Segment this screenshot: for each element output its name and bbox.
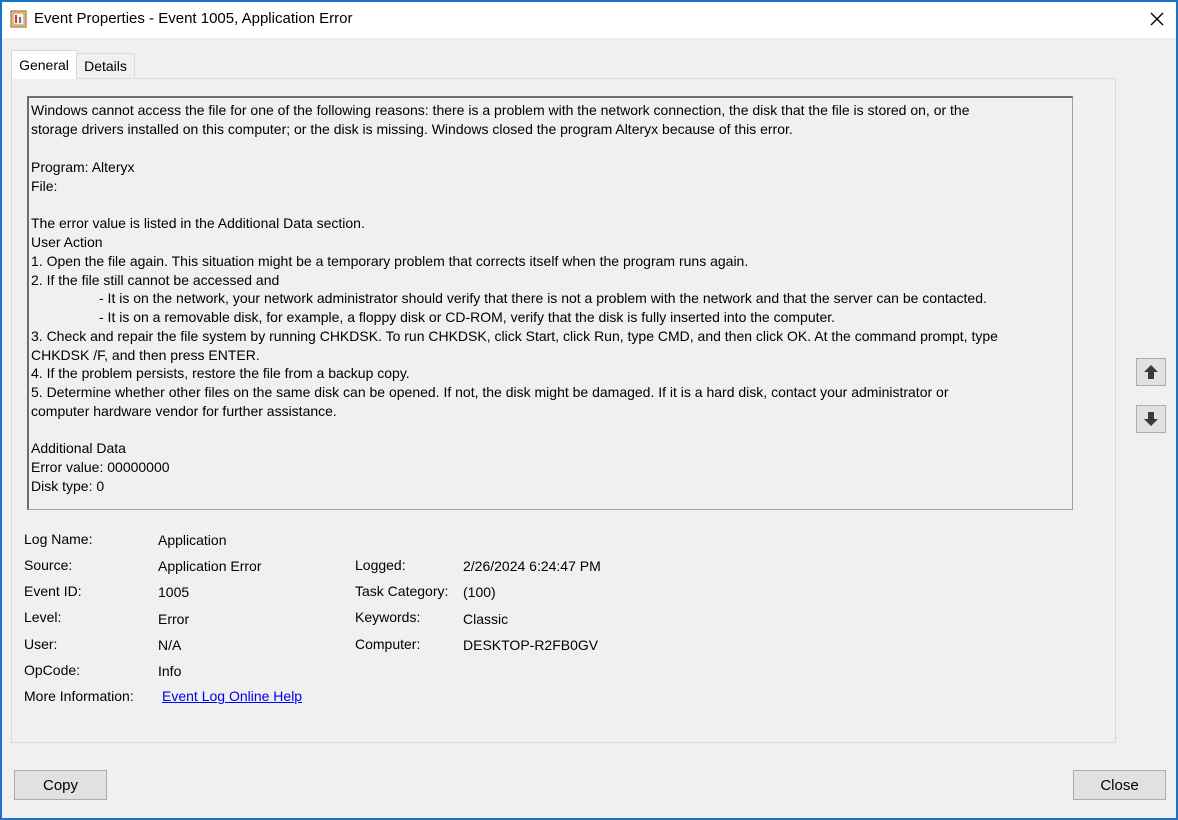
close-button-label: Close [1100, 776, 1139, 794]
description-line: Error value: 00000000 [31, 459, 170, 475]
description-line: 3. Check and repair the file system by r… [31, 328, 998, 344]
event-viewer-icon [10, 10, 27, 28]
logged-label: Logged: [355, 557, 406, 573]
source-value: Application Error [158, 558, 262, 574]
window-title: Event Properties - Event 1005, Applicati… [34, 10, 353, 27]
description-line: Windows cannot access the file for one o… [31, 102, 970, 118]
description-line: computer hardware vendor for further ass… [31, 403, 337, 419]
description-line: 1. Open the file again. This situation m… [31, 253, 749, 269]
opcode-value: Info [158, 663, 182, 679]
copy-button[interactable]: Copy [14, 770, 107, 800]
description-line: File: [31, 178, 58, 194]
level-label: Level: [24, 609, 62, 625]
opcode-label: OpCode: [24, 662, 81, 678]
source-label: Source: [24, 557, 73, 573]
computer-label: Computer: [355, 636, 421, 652]
close-button[interactable]: Close [1073, 770, 1166, 800]
description-line: Additional Data [31, 440, 126, 456]
computer-value: DESKTOP-R2FB0GV [463, 637, 599, 653]
description-line: 2. If the file still cannot be accessed … [31, 272, 280, 288]
task-category-label: Task Category: [355, 583, 449, 599]
description-line: - It is on the network, your network adm… [99, 290, 987, 306]
keywords-label: Keywords: [355, 609, 421, 625]
event-description-textbox[interactable]: Windows cannot access the file for one o… [27, 96, 1073, 510]
event-id-value: 1005 [158, 584, 190, 600]
log-name-value: Application [158, 532, 227, 548]
description-line: 5. Determine whether other files on the … [31, 384, 949, 400]
event-log-online-help-link[interactable]: Event Log Online Help [162, 688, 302, 704]
next-event-button[interactable] [1136, 405, 1166, 433]
event-id-label: Event ID: [24, 583, 82, 599]
title-bar: Event Properties - Event 1005, Applicati… [2, 2, 1176, 38]
arrow-down-icon [1144, 412, 1158, 426]
tab-general-label: General [19, 57, 69, 73]
description-line: storage drivers installed on this comput… [31, 121, 793, 137]
log-name-label: Log Name: [24, 531, 93, 547]
logged-value: 2/26/2024 6:24:47 PM [463, 558, 601, 574]
user-value: N/A [158, 637, 182, 653]
close-window-button[interactable] [1142, 4, 1172, 34]
tab-details[interactable]: Details [77, 53, 135, 78]
task-category-value: (100) [463, 584, 496, 600]
description-line: The error value is listed in the Additio… [31, 215, 365, 231]
more-information-label: More Information: [24, 688, 134, 704]
tab-details-label: Details [84, 58, 127, 74]
keywords-value: Classic [463, 611, 509, 627]
tab-general[interactable]: General [11, 50, 77, 79]
level-value: Error [158, 611, 190, 627]
description-line: 4. If the problem persists, restore the … [31, 365, 410, 381]
copy-button-label: Copy [42, 776, 79, 794]
description-line: Program: Alteryx [31, 159, 135, 175]
arrow-up-icon [1144, 365, 1158, 379]
previous-event-button[interactable] [1136, 358, 1166, 386]
description-line: - It is on a removable disk, for example… [99, 309, 836, 325]
description-line: Disk type: 0 [31, 478, 105, 494]
description-line: CHKDSK /F, and then press ENTER. [31, 347, 260, 363]
user-label: User: [24, 636, 58, 652]
description-line: User Action [31, 234, 103, 250]
close-icon [1150, 12, 1164, 26]
